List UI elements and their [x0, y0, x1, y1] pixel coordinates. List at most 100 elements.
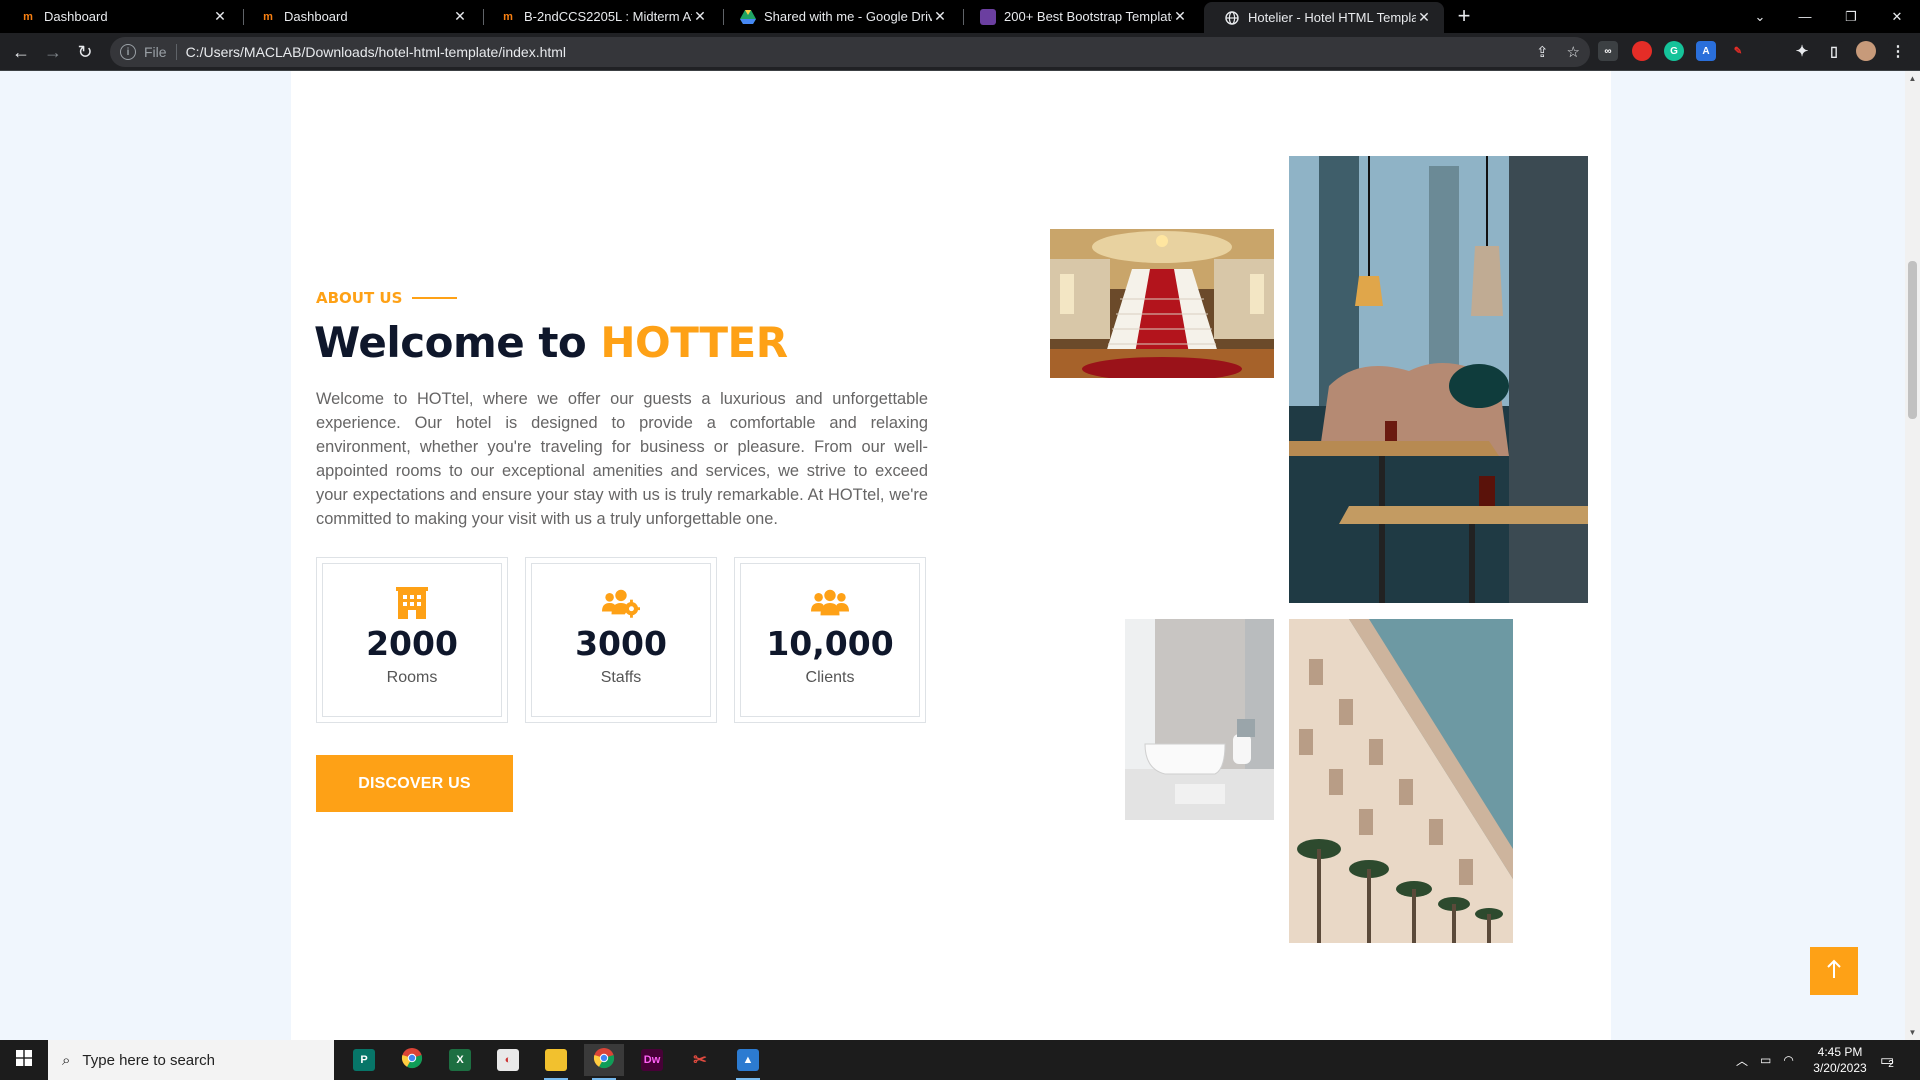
scheme-label: File — [144, 44, 167, 60]
site-info-icon[interactable]: i — [120, 44, 136, 60]
back-button[interactable]: ← — [8, 39, 34, 65]
taskbar-app-chrome-active[interactable] — [584, 1044, 624, 1080]
battery-icon[interactable]: ▭ — [1760, 1053, 1771, 1067]
dreamweaver-icon: Dw — [641, 1049, 663, 1071]
taskbar-app-dreamweaver[interactable]: Dw — [632, 1044, 672, 1076]
taskbar-search-box[interactable]: ⌕ Type here to search — [48, 1040, 334, 1080]
publisher-icon: P — [353, 1049, 375, 1071]
taskbar-app-publisher[interactable]: P — [344, 1044, 384, 1076]
stat-value: 3000 — [575, 624, 667, 663]
minimize-button[interactable]: — — [1782, 0, 1828, 33]
close-icon[interactable]: ✕ — [932, 8, 948, 25]
chrome-icon — [401, 1047, 423, 1074]
scroll-up-arrow-icon[interactable]: ▲ — [1908, 74, 1917, 83]
about-title: Welcome to HOTTER — [314, 318, 788, 367]
stat-card-inner: 3000 Staffs — [531, 563, 711, 717]
stat-label: Rooms — [386, 669, 438, 686]
moodle-icon: m — [263, 10, 273, 23]
taskbar-app-chrome[interactable] — [392, 1044, 432, 1076]
moodle-icon: m — [503, 10, 513, 23]
tab-title: Shared with me - Google Drive — [764, 9, 932, 24]
tab-midterm-attendance[interactable]: m B-2ndCCS2205L : Midterm Atten ✕ — [480, 0, 720, 33]
users-cog-icon — [602, 587, 640, 619]
scroll-down-arrow-icon[interactable]: ▼ — [1908, 1028, 1917, 1037]
url-text[interactable]: C:/Users/MACLAB/Downloads/hotel-html-tem… — [186, 44, 566, 60]
extension-pen-icon[interactable]: ✎ — [1728, 41, 1748, 61]
users-icon — [811, 587, 849, 619]
bookmark-star-icon[interactable]: ☆ — [1567, 43, 1580, 61]
close-icon[interactable]: ✕ — [212, 8, 228, 25]
address-bar[interactable]: i File C:/Users/MACLAB/Downloads/hotel-h… — [110, 37, 1590, 67]
close-icon[interactable]: ✕ — [1172, 8, 1188, 25]
tab-title: 200+ Best Bootstrap Templates 2 — [1004, 9, 1172, 24]
about-paragraph: Welcome to HOTtel, where we offer our gu… — [316, 390, 928, 528]
tab-title: Dashboard — [284, 9, 348, 24]
excel-icon: X — [449, 1049, 471, 1071]
extensions-puzzle-icon[interactable]: ✦ — [1792, 41, 1812, 61]
tab-bootstrap-templates[interactable]: 200+ Best Bootstrap Templates 2 ✕ — [960, 0, 1200, 33]
back-to-top-button[interactable] — [1810, 947, 1858, 995]
taskbar-app-photos[interactable]: ▲ — [728, 1044, 768, 1080]
omnibox-actions: ⇪ ☆ — [1536, 43, 1580, 61]
notification-count: 2 — [1888, 1058, 1894, 1070]
taskbar-clock[interactable]: 4:45 PM 3/20/2023 — [1800, 1044, 1880, 1076]
scrollbar-thumb[interactable] — [1908, 261, 1917, 419]
share-icon[interactable]: ⇪ — [1536, 43, 1549, 61]
new-tab-button[interactable]: + — [1452, 5, 1476, 29]
photos-icon: ▲ — [737, 1049, 759, 1071]
notification-center-button[interactable]: ▭ 2 — [1880, 1040, 1894, 1080]
stat-label: Clients — [805, 669, 855, 686]
stat-value: 10,000 — [766, 624, 894, 663]
close-icon[interactable]: ✕ — [452, 8, 468, 25]
extension-grammarly-icon[interactable]: G — [1664, 41, 1684, 61]
stat-label: Staffs — [600, 669, 642, 686]
taskbar-app-file-explorer[interactable] — [536, 1044, 576, 1080]
tab-dashboard-2[interactable]: m Dashboard ✕ — [240, 0, 480, 33]
chrome-icon — [593, 1047, 615, 1074]
stat-card-rooms: 2000 Rooms — [316, 557, 508, 723]
close-icon[interactable]: ✕ — [1416, 9, 1432, 26]
tab-dashboard-1[interactable]: m Dashboard ✕ — [0, 0, 240, 33]
chevron-up-icon[interactable]: ︿ — [1736, 1052, 1748, 1069]
taskbar-app-paint[interactable]: ◐ — [488, 1044, 528, 1076]
stat-value: 2000 — [366, 624, 458, 663]
eyebrow-text: ABOUT US — [316, 289, 403, 307]
extension-dark-icon[interactable] — [1760, 41, 1780, 61]
tab-title: Dashboard — [44, 9, 108, 24]
themewagon-icon — [980, 8, 996, 25]
about-eyebrow: ABOUT US — [316, 289, 458, 307]
extension-adblock-icon[interactable] — [1632, 41, 1652, 61]
reload-button[interactable]: ↻ — [72, 39, 98, 65]
paint-icon: ◐ — [497, 1049, 519, 1071]
tab-hotelier-active[interactable]: Hotelier - Hotel HTML Template ✕ — [1204, 2, 1444, 33]
tab-search-chevron-icon[interactable]: ⌄ — [1737, 0, 1783, 33]
tab-google-drive[interactable]: Shared with me - Google Drive ✕ — [720, 0, 960, 33]
hotel-icon — [393, 587, 431, 619]
extension-glasses-icon[interactable]: ∞ — [1598, 41, 1618, 61]
extension-translate-icon[interactable]: A — [1696, 41, 1716, 61]
hotel-facade-photo — [1289, 619, 1513, 943]
title-prefix: Welcome to — [314, 318, 601, 367]
staircase-lobby-photo — [1050, 229, 1274, 378]
discover-us-button[interactable]: DISCOVER US — [316, 755, 513, 812]
search-icon: ⌕ — [62, 1051, 71, 1069]
search-placeholder: Type here to search — [82, 1051, 215, 1069]
menu-kebab-icon[interactable]: ⋮ — [1888, 41, 1908, 61]
wifi-icon[interactable]: ◠ — [1783, 1053, 1793, 1067]
stat-card-clients: 10,000 Clients — [734, 557, 926, 723]
omnibox-divider — [175, 44, 177, 60]
side-panel-icon[interactable]: ▯ — [1824, 41, 1844, 61]
taskbar-app-snipping-tool[interactable]: ✂ — [680, 1044, 720, 1076]
moodle-icon: m — [23, 10, 33, 23]
google-drive-icon — [740, 9, 756, 25]
clock-time: 4:45 PM — [1817, 1045, 1863, 1059]
close-icon[interactable]: ✕ — [692, 8, 708, 25]
restore-button[interactable]: ❐ — [1828, 0, 1874, 33]
page-scrollbar[interactable]: ▲ ▼ — [1905, 71, 1920, 1040]
windows-start-button[interactable] — [0, 1040, 48, 1080]
profile-avatar[interactable] — [1856, 41, 1876, 61]
forward-button[interactable]: → — [40, 39, 66, 65]
taskbar-app-excel[interactable]: X — [440, 1044, 480, 1076]
windows-taskbar: ⌕ Type here to search P X ◐ Dw ✂ ▲ ︿ ▭ ◠… — [0, 1040, 1920, 1080]
close-window-button[interactable]: ✕ — [1874, 0, 1920, 33]
